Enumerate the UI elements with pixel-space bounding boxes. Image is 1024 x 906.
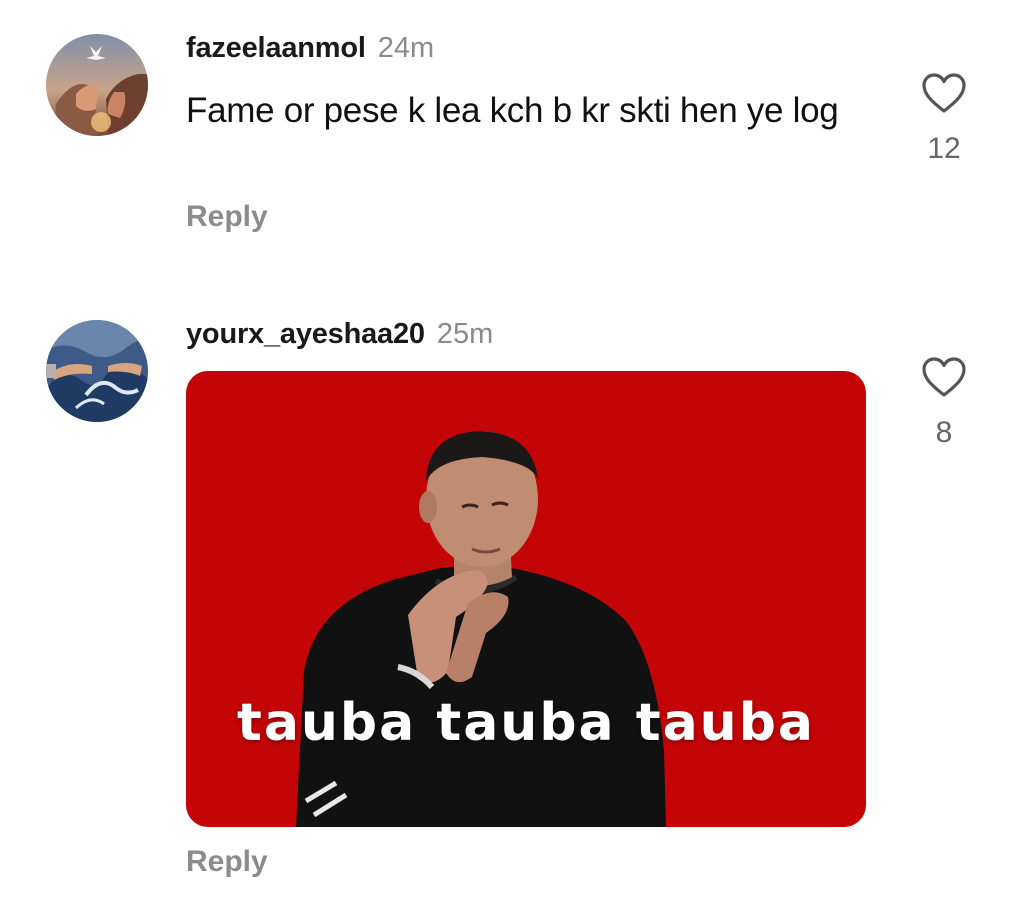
comment-text: Fame or pese k lea kch b kr skti hen ye … <box>186 91 839 130</box>
avatar[interactable] <box>46 34 148 136</box>
timestamp: 25m <box>436 318 494 350</box>
comment-header: fazeelaanmol 24m <box>186 30 434 66</box>
heart-outline-icon[interactable] <box>921 72 967 114</box>
username[interactable]: yourx_ayeshaa20 <box>186 318 425 350</box>
like-area: 12 <box>910 72 978 166</box>
timestamp: 24m <box>377 32 435 64</box>
heart-outline-icon[interactable] <box>921 356 967 398</box>
comment-item: fazeelaanmol 24m Fame or pese k lea kch b… <box>0 0 1024 260</box>
comment-header: yourx_ayeshaa20 25m <box>186 316 493 352</box>
gif-attachment[interactable]: tauba tauba tauba <box>186 371 866 827</box>
avatar[interactable] <box>46 320 148 422</box>
gif-caption: tauba tauba tauba <box>236 693 816 753</box>
avatar-image <box>46 34 148 136</box>
reply-button[interactable]: Reply <box>186 200 268 234</box>
username[interactable]: fazeelaanmol <box>186 32 366 64</box>
like-area: 8 <box>910 356 978 450</box>
avatar-image <box>46 320 148 422</box>
gif-person-image <box>296 431 666 827</box>
like-count: 8 <box>935 416 953 449</box>
like-count: 12 <box>927 132 961 165</box>
reply-button[interactable]: Reply <box>186 845 268 879</box>
